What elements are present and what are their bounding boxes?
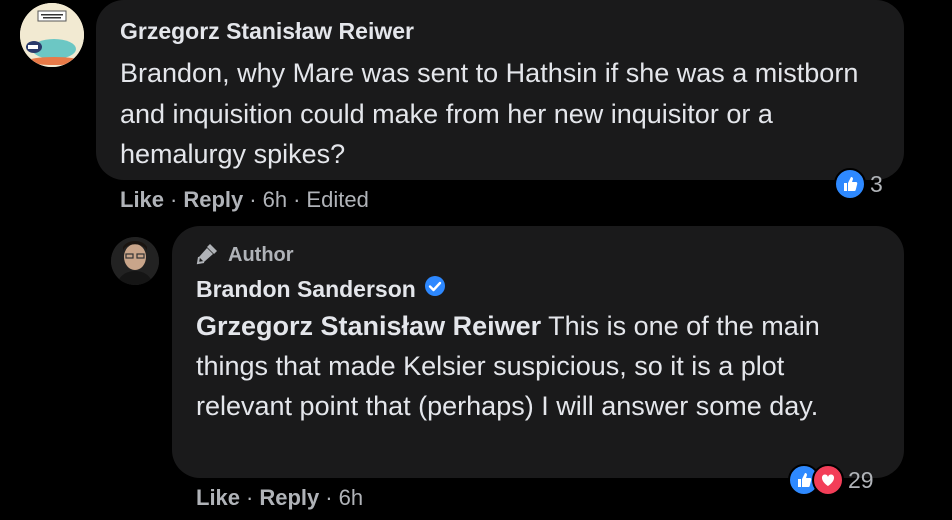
timestamp[interactable]: 6h [263,187,287,213]
reply-button[interactable]: Reply [183,187,243,213]
author-badge-label: Author [228,244,294,266]
mention-link[interactable]: Grzegorz Stanisław Reiwer [196,311,541,341]
verified-badge-icon [424,275,446,303]
reaction-count: 3 [870,170,883,197]
like-reaction-icon [834,168,866,200]
like-button[interactable]: Like [120,187,164,213]
comment-actions: Like · Reply · 6h · Edited [120,187,369,213]
reaction-count: 29 [848,466,874,493]
comment-actions: Like · Reply · 6h [196,485,364,511]
comment-author[interactable]: Brandon Sanderson [196,276,416,303]
avatar[interactable] [111,237,159,285]
reply-button[interactable]: Reply [259,485,319,511]
author-badge: Author [196,241,294,270]
comment-text-block: Grzegorz Stanisław Reiwer This is one of… [196,306,886,426]
heart-reaction-icon [812,464,844,496]
comment-author-row: Brandon Sanderson [196,275,446,303]
comment-text: Brandon, why Mare was sent to Hathsin if… [120,58,859,169]
comment-author[interactable]: Grzegorz Stanisław Reiwer [120,18,414,45]
like-button[interactable]: Like [196,485,240,511]
reactions-summary[interactable]: 29 [788,464,874,496]
reactions-summary[interactable]: 3 [834,168,883,200]
microphone-icon [196,241,220,270]
avatar[interactable] [20,3,84,67]
timestamp[interactable]: 6h [339,485,363,511]
edited-label[interactable]: Edited [306,187,368,213]
